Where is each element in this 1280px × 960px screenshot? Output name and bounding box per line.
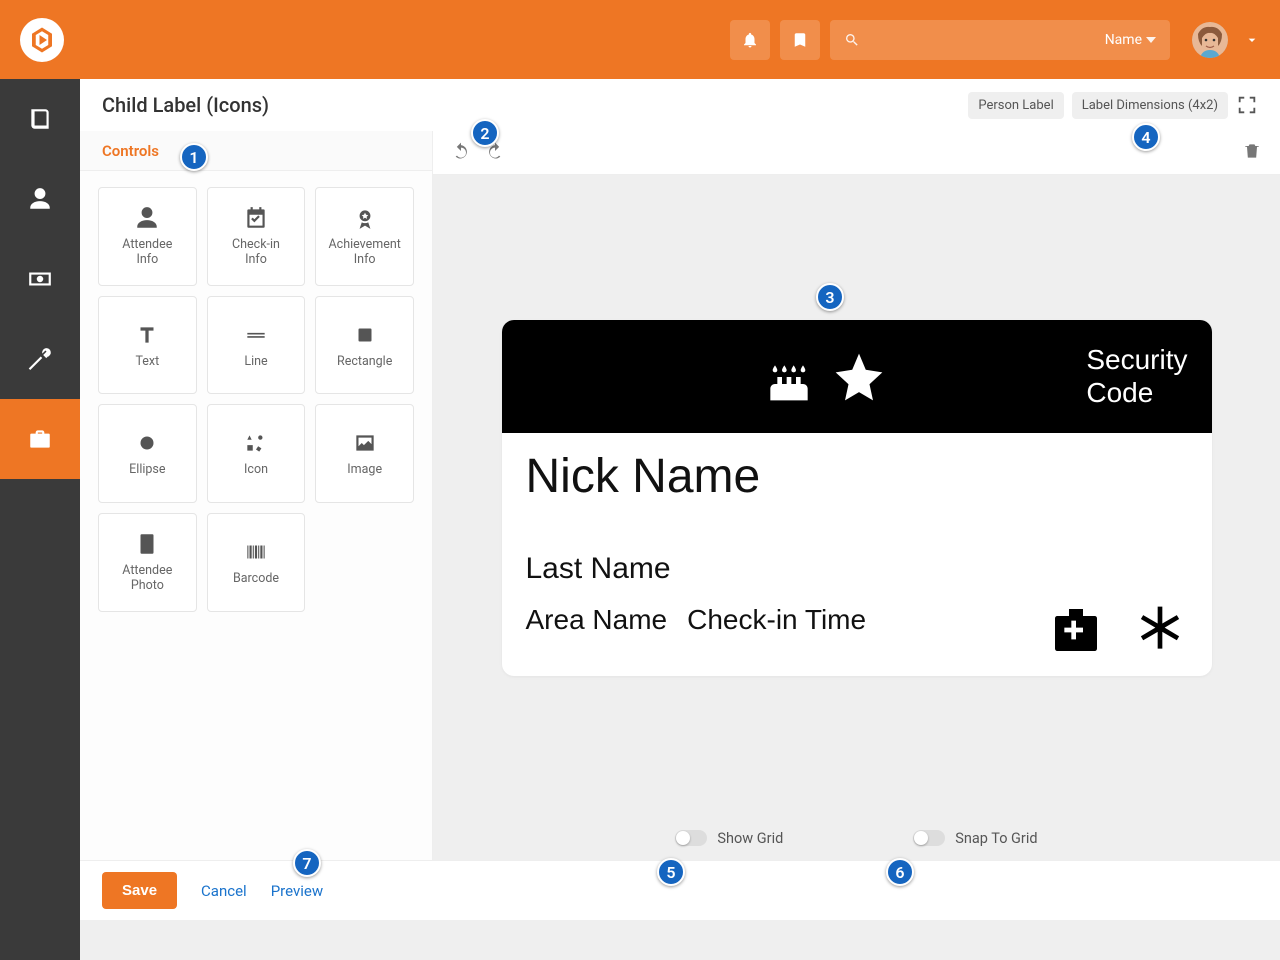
marker-7: 7: [293, 849, 321, 877]
control-item-medal[interactable]: Achievement Info: [315, 187, 414, 286]
controls-header: Controls: [80, 131, 432, 171]
page-header: Child Label (Icons) Person Label Label D…: [80, 79, 1280, 131]
control-item-ellipse[interactable]: Ellipse: [98, 404, 197, 503]
calendar-check-icon: [243, 205, 269, 231]
nav-item-person[interactable]: [0, 159, 80, 239]
cancel-button[interactable]: Cancel: [201, 882, 247, 900]
notifications-button[interactable]: [730, 20, 770, 60]
wrench-icon: [27, 346, 53, 372]
search-icon: [844, 32, 860, 48]
control-label: Ellipse: [129, 462, 165, 477]
money-icon: [27, 266, 53, 292]
security-code-label: Security Code: [1086, 344, 1187, 408]
marker-3: 3: [816, 283, 844, 311]
chevron-down-icon[interactable]: [1244, 32, 1260, 48]
snap-to-grid-toggle[interactable]: [913, 830, 945, 846]
control-item-user[interactable]: Attendee Info: [98, 187, 197, 286]
control-item-barcode[interactable]: Barcode: [207, 513, 306, 612]
birthday-cake-icon: [761, 349, 817, 405]
control-item-text[interactable]: Text: [98, 296, 197, 395]
trash-icon: [1242, 141, 1262, 161]
rect-icon: [352, 322, 378, 348]
medal-icon: [352, 205, 378, 231]
badge-icon: [134, 531, 160, 557]
undo-button[interactable]: [451, 141, 471, 165]
expand-icon: [1236, 94, 1258, 116]
bookmark-icon: [791, 31, 809, 49]
marker-6: 6: [886, 858, 914, 886]
control-label: Line: [244, 354, 267, 369]
label-preview[interactable]: Security Code Nick Name Last Name Area N…: [502, 320, 1212, 676]
control-label: Attendee Info: [122, 237, 172, 267]
medical-icon: [1048, 602, 1104, 658]
control-label: Barcode: [233, 571, 279, 586]
logo-icon: [27, 25, 57, 55]
badge-dimensions[interactable]: Label Dimensions (4x2): [1072, 92, 1228, 119]
bookmark-button[interactable]: [780, 20, 820, 60]
avatar-icon: [1192, 22, 1228, 58]
app-logo[interactable]: [20, 18, 64, 62]
checkin-time-field: Check-in Time: [687, 604, 866, 636]
left-nav: [0, 79, 80, 960]
barcode-icon: [243, 539, 269, 565]
marker-1: 1: [180, 143, 208, 171]
nav-item-tools[interactable]: [0, 319, 80, 399]
text-icon: [134, 322, 160, 348]
control-label: Achievement Info: [329, 237, 401, 267]
show-grid-label: Show Grid: [717, 830, 783, 847]
delete-button[interactable]: [1242, 141, 1262, 165]
canvas-area[interactable]: Security Code Nick Name Last Name Area N…: [433, 175, 1280, 816]
preview-button[interactable]: Preview: [271, 882, 323, 900]
user-icon: [27, 186, 53, 212]
last-name-field: Last Name: [526, 552, 1188, 586]
image-icon: [352, 430, 378, 456]
user-label: Name: [1105, 32, 1142, 48]
nav-item-money[interactable]: [0, 239, 80, 319]
control-label: Text: [135, 354, 159, 369]
marker-4: 4: [1132, 123, 1160, 151]
user-menu[interactable]: Name: [1105, 32, 1156, 48]
save-button[interactable]: Save: [102, 872, 177, 909]
control-item-line[interactable]: Line: [207, 296, 306, 395]
undo-icon: [451, 141, 471, 161]
marker-5: 5: [657, 858, 685, 886]
marker-2: 2: [471, 119, 499, 147]
control-label: Rectangle: [337, 354, 392, 369]
control-item-rect[interactable]: Rectangle: [315, 296, 414, 395]
bell-icon: [741, 31, 759, 49]
star-icon: [831, 349, 887, 405]
control-item-image[interactable]: Image: [315, 404, 414, 503]
book-icon: [27, 106, 53, 132]
control-label: Image: [347, 462, 382, 477]
avatar[interactable]: [1192, 22, 1228, 58]
nav-item-book[interactable]: [0, 79, 80, 159]
expand-button[interactable]: [1236, 94, 1258, 116]
area-name-field: Area Name: [526, 604, 668, 636]
control-label: Icon: [244, 462, 268, 477]
briefcase-icon: [27, 426, 53, 452]
control-item-badge[interactable]: Attendee Photo: [98, 513, 197, 612]
show-grid-toggle[interactable]: [675, 830, 707, 846]
asterisk-icon: [1132, 602, 1188, 658]
ellipse-icon: [134, 430, 160, 456]
icons-icon: [243, 430, 269, 456]
canvas-footer: Show Grid Snap To Grid: [433, 816, 1280, 860]
badge-person-label[interactable]: Person Label: [968, 92, 1063, 119]
page-title: Child Label (Icons): [102, 93, 269, 117]
control-label: Attendee Photo: [122, 563, 172, 593]
user-icon: [134, 205, 160, 231]
chevron-down-icon: [1146, 37, 1156, 43]
control-item-calendar-check[interactable]: Check-in Info: [207, 187, 306, 286]
nick-name-field: Nick Name: [526, 449, 1188, 504]
top-bar: Name: [0, 0, 1280, 79]
line-icon: [243, 322, 269, 348]
search-input[interactable]: Name: [830, 20, 1170, 60]
nav-item-briefcase[interactable]: [0, 399, 80, 479]
control-item-icons[interactable]: Icon: [207, 404, 306, 503]
snap-to-grid-label: Snap To Grid: [955, 830, 1037, 847]
controls-panel: Controls Attendee Info Check-in Info Achie…: [80, 131, 433, 860]
control-label: Check-in Info: [232, 237, 280, 267]
